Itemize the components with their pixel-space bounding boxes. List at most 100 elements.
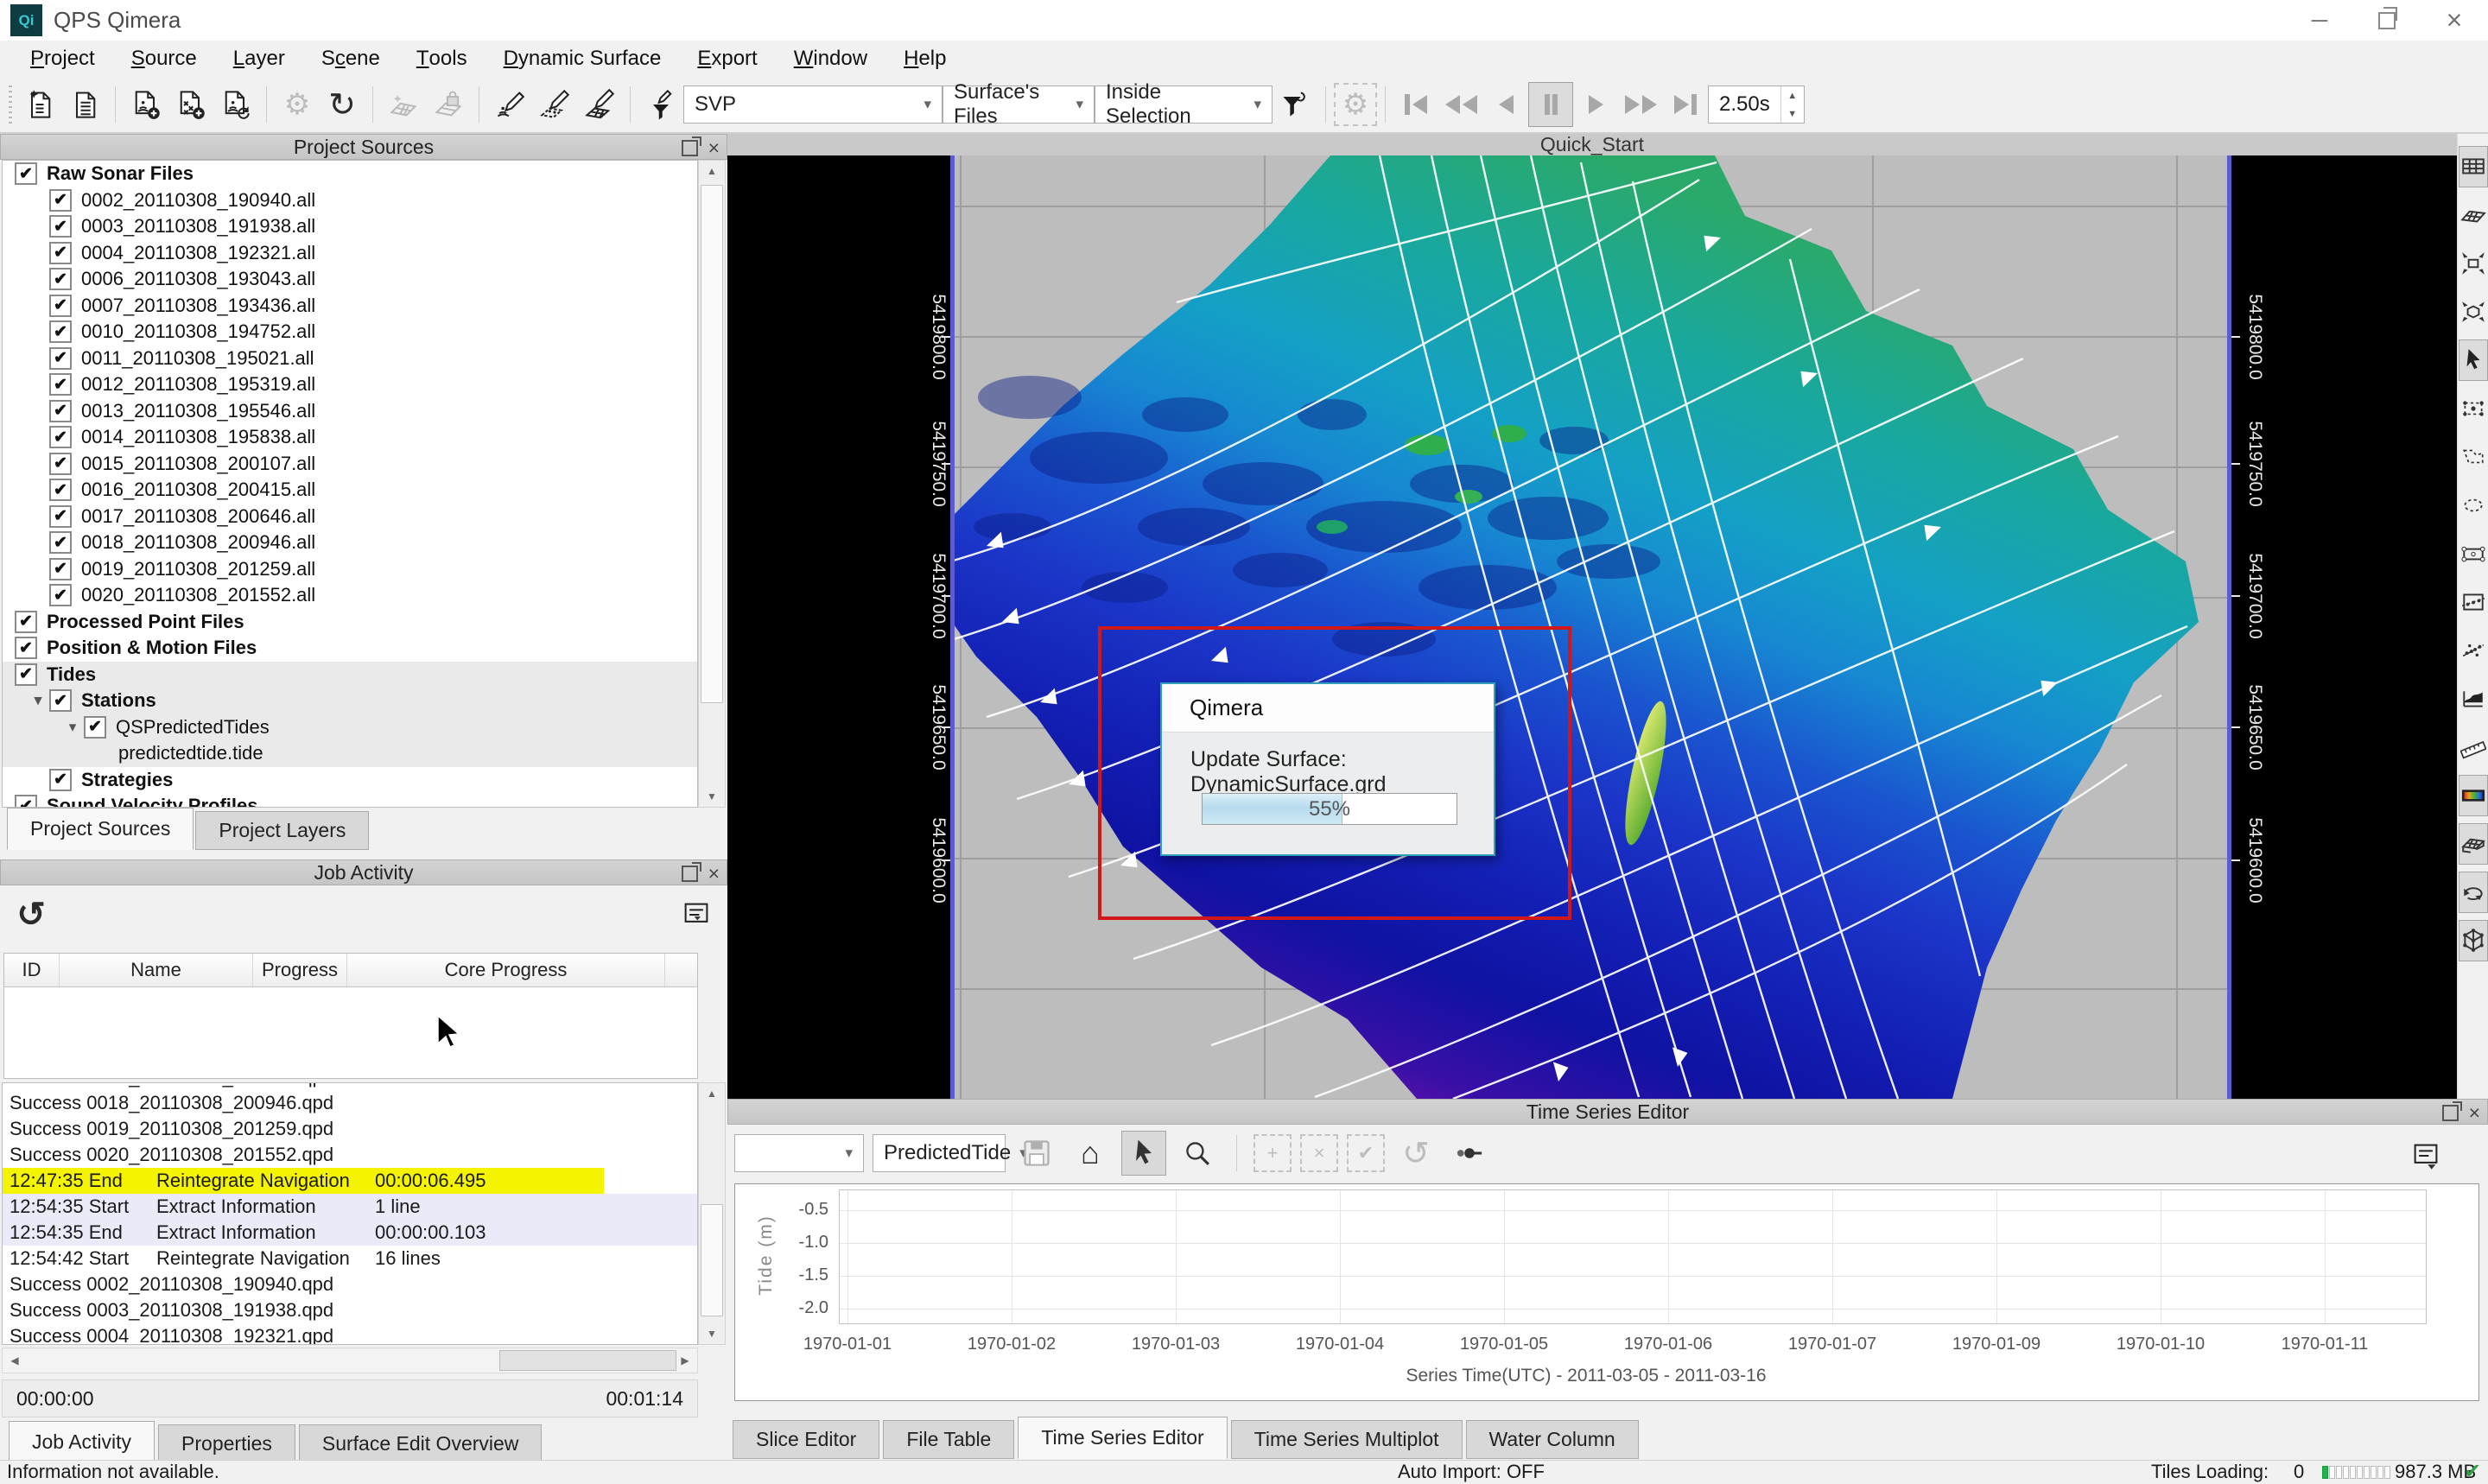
tree-item-stations[interactable]: ▾✔Stations [3, 688, 697, 714]
tab-time-series-editor[interactable]: Time Series Editor [1018, 1417, 1227, 1459]
column-header-core-progress[interactable]: Core Progress [347, 954, 665, 986]
tab-water-column[interactable]: Water Column [1466, 1420, 1639, 1459]
pause-button[interactable] [1528, 82, 1573, 127]
layer-combo[interactable]: ▾ [734, 1134, 864, 1172]
log-row[interactable]: Success 0018_20110308_200946.qpd [3, 1090, 697, 1116]
log-row[interactable]: 12:54:35 StartExtract Information1 line [3, 1194, 697, 1220]
tree-item-0017-20110308-200646-all[interactable]: ✔0017_20110308_200646.all [3, 504, 697, 530]
edit-grid-button[interactable] [577, 82, 622, 127]
scrollbar-thumb[interactable] [701, 185, 723, 703]
close-button[interactable]: × [2421, 0, 2488, 41]
menu-export[interactable]: Export [679, 41, 775, 77]
zoom-extents-3d-button[interactable] [2459, 291, 2488, 333]
tree-checkbox[interactable]: ✔ [49, 426, 72, 448]
tree-checkbox[interactable]: ✔ [49, 479, 72, 501]
cube-vertices-button[interactable] [2459, 920, 2488, 961]
column-header-progress[interactable]: Progress [253, 954, 347, 986]
close-panel-icon[interactable]: × [708, 136, 720, 159]
tree-checkbox[interactable]: ✔ [49, 453, 72, 475]
scroll-right-icon[interactable]: ▶ [673, 1348, 697, 1373]
reprocess-sonar-button[interactable] [213, 82, 258, 127]
log-row[interactable]: 12:54:35 EndExtract Information00:00:00.… [3, 1220, 697, 1246]
refresh-button[interactable]: ↻ [320, 82, 365, 127]
tree-checkbox[interactable]: ✔ [49, 584, 72, 606]
pointer-mode-button[interactable] [1121, 1131, 1166, 1176]
panel-menu-button[interactable] [2403, 1133, 2448, 1178]
add-processed-points-button[interactable] [168, 82, 213, 127]
tree-checkbox[interactable]: ✔ [84, 716, 106, 739]
scroll-left-icon[interactable]: ◀ [3, 1348, 27, 1373]
log-row[interactable]: Success 0003_20110308_191938.qpd [3, 1297, 697, 1323]
tree-checkbox[interactable]: ✔ [49, 400, 72, 422]
spin-up-icon[interactable]: ▲ [1781, 86, 1804, 105]
bathymetry-map[interactable]: 5419800.05419800.05419750.05419750.05419… [727, 155, 2457, 1099]
job-table-header[interactable]: IDNameProgressCore Progress [4, 954, 697, 987]
tree-checkbox[interactable]: ✔ [49, 558, 72, 580]
menu-layer[interactable]: Layer [215, 41, 303, 77]
step-back-button[interactable] [1483, 82, 1528, 127]
save-button[interactable] [1014, 1131, 1059, 1176]
files-scope-combo[interactable]: Surface's Files ▾ [943, 86, 1095, 124]
tree-item-0014-20110308-195838-all[interactable]: ✔0014_20110308_195838.all [3, 424, 697, 451]
tree-item-0010-20110308-194752-all[interactable]: ✔0010_20110308_194752.all [3, 319, 697, 346]
edit-sonar-button[interactable] [487, 82, 532, 127]
playback-interval-spinbox[interactable]: 2.50s ▲▼ [1708, 86, 1805, 124]
scrollbar-thumb[interactable] [701, 1204, 723, 1316]
tree-item-0004-20110308-192321-all[interactable]: ✔0004_20110308_192321.all [3, 240, 697, 267]
point-select-button[interactable] [2459, 630, 2488, 671]
tree-checkbox[interactable]: ✔ [49, 295, 72, 317]
tree-checkbox[interactable]: ✔ [49, 347, 72, 370]
add-selection-button[interactable]: + [1254, 1134, 1292, 1172]
selection-filter-button[interactable] [1273, 82, 1317, 127]
tree-checkbox[interactable]: ✔ [15, 663, 37, 686]
svp-editor-button[interactable] [638, 82, 683, 127]
zoom-extents-2d-button[interactable] [2459, 243, 2488, 284]
menu-help[interactable]: Help [885, 41, 964, 77]
link-series-button[interactable] [1447, 1131, 1492, 1176]
tree-item-0019-20110308-201259-all[interactable]: ✔0019_20110308_201259.all [3, 556, 697, 583]
tree-checkbox[interactable]: ✔ [15, 637, 37, 659]
close-panel-icon[interactable]: × [2469, 1101, 2480, 1124]
tree-checkbox[interactable]: ✔ [49, 242, 72, 264]
tree-item-0006-20110308-193043-all[interactable]: ✔0006_20110308_193043.all [3, 266, 697, 293]
play-button[interactable] [1573, 82, 1618, 127]
restore-button[interactable] [2353, 0, 2421, 41]
float-panel-icon[interactable] [2442, 1105, 2459, 1121]
menu-scene[interactable]: Scene [303, 41, 398, 77]
tree-checkbox[interactable]: ✔ [49, 215, 72, 238]
lock-surface-button[interactable] [426, 82, 471, 127]
add-raw-sonar-button[interactable] [124, 82, 168, 127]
tab-surface-edit-overview[interactable]: Surface Edit Overview [299, 1424, 543, 1463]
log-menu-button[interactable] [674, 892, 719, 937]
patch-rectangle-button[interactable] [2459, 533, 2488, 574]
tree-checkbox[interactable]: ✔ [49, 189, 72, 212]
scroll-down-icon[interactable]: ▼ [699, 786, 725, 807]
float-panel-icon[interactable] [682, 140, 698, 156]
rotate-view-button[interactable] [2459, 872, 2488, 913]
open-project-button[interactable] [62, 82, 107, 127]
tree-item-0018-20110308-200946-all[interactable]: ✔0018_20110308_200946.all [3, 530, 697, 556]
accept-selection-button[interactable]: ✔ [1347, 1134, 1385, 1172]
menu-dynamic-surface[interactable]: Dynamic Surface [486, 41, 680, 77]
tree-checkbox[interactable]: ✔ [49, 769, 72, 791]
tree-checkbox[interactable]: ✔ [49, 320, 72, 343]
log-scrollbar[interactable]: ▲ ▼ [698, 1082, 726, 1345]
tree-item-position-motion-files[interactable]: ✔Position & Motion Files [3, 635, 697, 662]
spin-down-icon[interactable]: ▼ [1781, 105, 1804, 123]
log-row[interactable]: Success 0020_20110308_201552.qpd [3, 1142, 697, 1168]
series-combo[interactable]: PredictedTide ▾ [873, 1134, 1006, 1172]
scroll-up-icon[interactable]: ▲ [699, 1083, 725, 1104]
tree-item-raw-sonar-files[interactable]: ✔Raw Sonar Files [3, 161, 697, 187]
column-header-id[interactable]: ID [4, 954, 60, 986]
undo-button[interactable]: ↺ [1393, 1131, 1438, 1176]
menu-project[interactable]: Project [12, 41, 113, 77]
menu-source[interactable]: Source [113, 41, 215, 77]
zoom-mode-button[interactable] [1175, 1131, 1220, 1176]
project-sources-header[interactable]: Project Sources × [0, 134, 727, 160]
tree-checkbox[interactable]: ✔ [49, 689, 72, 712]
job-settings-button[interactable]: ⚙ [1334, 83, 1377, 126]
tree-item-predictedtide-tide[interactable]: predictedtide.tide [3, 740, 697, 767]
edit-points-button[interactable] [532, 82, 577, 127]
log-row[interactable]: Success 0017_20110308_200646.qpd [3, 1082, 697, 1090]
tab-slice-editor[interactable]: Slice Editor [733, 1420, 879, 1459]
